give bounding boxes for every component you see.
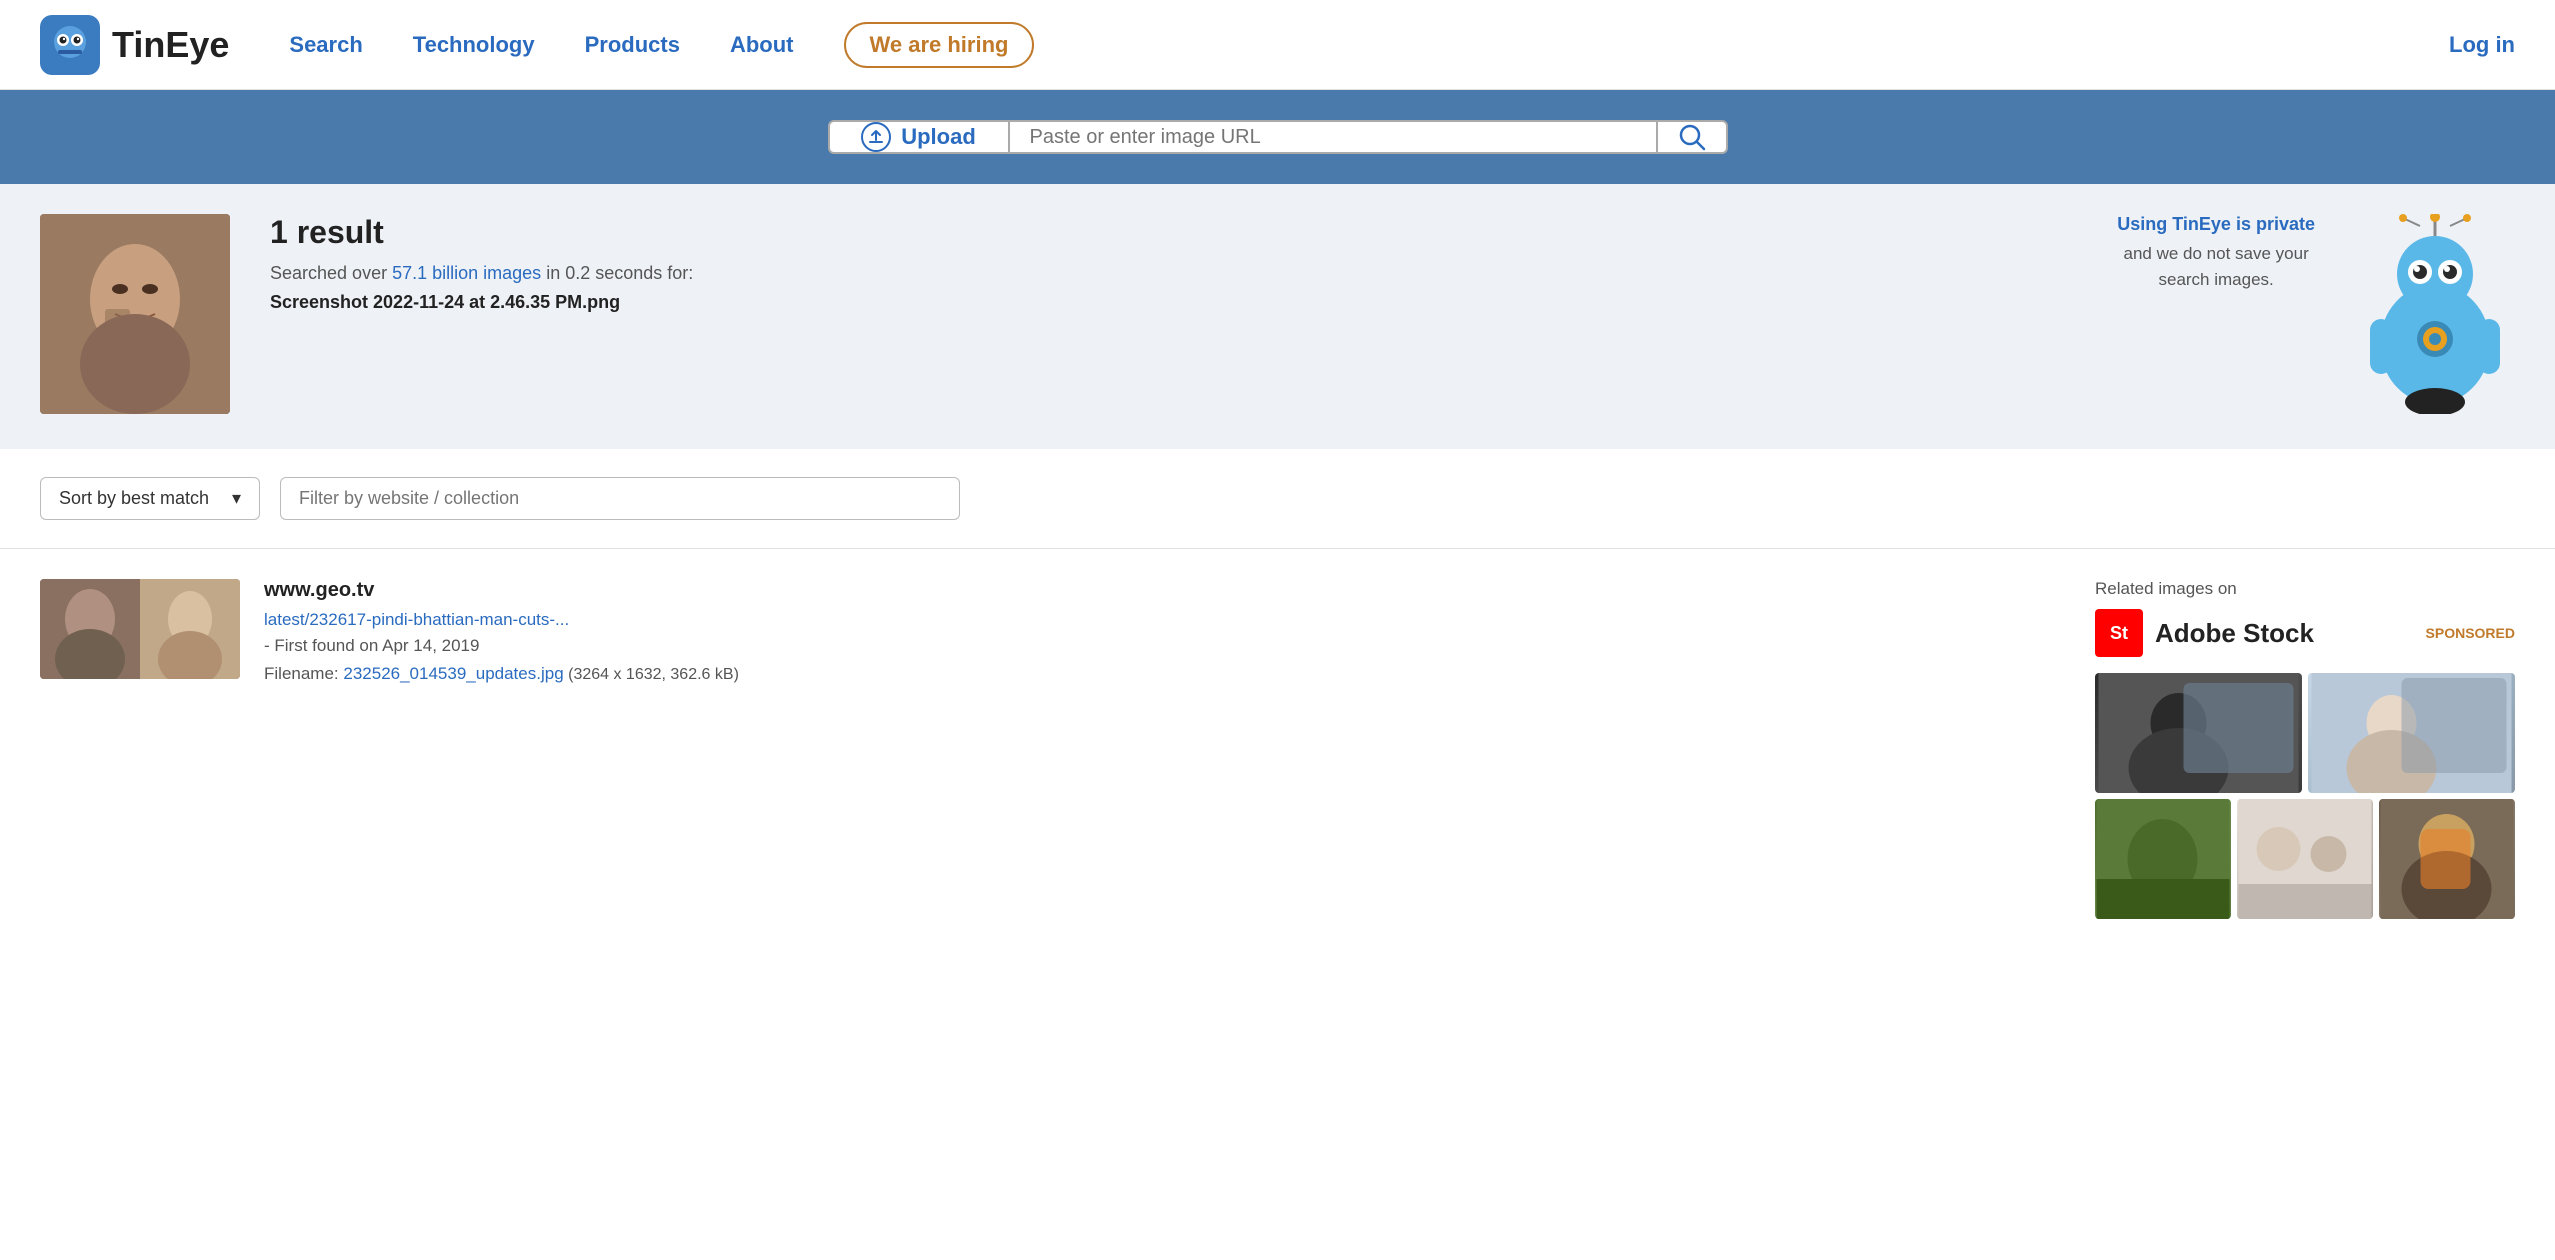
login-link[interactable]: Log in	[2449, 32, 2515, 58]
adobe-stock-name: Adobe Stock	[2155, 618, 2314, 649]
thumb-left-svg	[40, 579, 140, 679]
nav-search[interactable]: Search	[289, 32, 362, 58]
robot-illustration	[2355, 214, 2515, 419]
thumb-left-img	[40, 579, 140, 679]
sponsored-label: SPONSORED	[2426, 625, 2515, 641]
result-filename: Screenshot 2022-11-24 at 2.46.35 PM.png	[270, 292, 2077, 313]
nav-technology[interactable]: Technology	[413, 32, 535, 58]
logo-text: TinEye	[112, 24, 229, 66]
sort-label: Sort by best match	[59, 488, 209, 509]
main-nav: Search Technology Products About We are …	[289, 22, 2449, 68]
stock-img-2-svg	[2308, 673, 2515, 793]
search-button[interactable]	[1658, 120, 1728, 154]
stock-image-3[interactable]	[2095, 799, 2231, 919]
stock-img-5-svg	[2379, 799, 2515, 919]
result-meta: Searched over 57.1 billion images in 0.2…	[270, 263, 2077, 284]
upload-button[interactable]: Upload	[828, 120, 1008, 154]
header: TinEye Search Technology Products About …	[0, 0, 2555, 90]
logo-link[interactable]: TinEye	[40, 15, 229, 75]
stock-image-5[interactable]	[2379, 799, 2515, 919]
query-image-bg	[40, 214, 230, 414]
privacy-text: and we do not save your search images.	[2117, 241, 2315, 292]
result-domain: www.geo.tv	[264, 579, 2055, 602]
query-image	[40, 214, 230, 414]
filter-section: Sort by best match ▾	[0, 449, 2555, 549]
result-thumbnail	[40, 579, 240, 679]
stock-image-2[interactable]	[2308, 673, 2515, 793]
result-filename-link[interactable]: 232526_014539_updates.jpg	[343, 664, 563, 683]
result-count: 1 result	[270, 214, 2077, 251]
meta-prefix: Searched over	[270, 263, 387, 283]
meta-count-link[interactable]: 57.1 billion images	[392, 263, 541, 283]
nav-products[interactable]: Products	[585, 32, 680, 58]
url-input[interactable]	[1008, 120, 1658, 154]
upload-arrow-icon	[868, 129, 884, 145]
stock-img-3-svg	[2095, 799, 2231, 919]
result-fileinfo: (3264 x 1632, 362.6 kB)	[568, 666, 739, 683]
sort-dropdown[interactable]: Sort by best match ▾	[40, 477, 260, 520]
hiring-button[interactable]: We are hiring	[844, 22, 1035, 68]
query-face-svg	[40, 214, 230, 414]
nav-about[interactable]: About	[730, 32, 794, 58]
privacy-section: Using TinEye is private and we do not sa…	[2117, 214, 2315, 292]
stock-img-4-svg	[2237, 799, 2373, 919]
search-icon	[1678, 123, 1706, 151]
result-details: www.geo.tv latest/232617-pindi-bhattian-…	[264, 579, 2055, 684]
filter-input[interactable]	[280, 477, 960, 520]
stock-img-1-svg	[2095, 673, 2302, 793]
stock-image-4[interactable]	[2237, 799, 2373, 919]
thumb-right-img	[140, 579, 240, 679]
result-filename-row: Filename: 232526_014539_updates.jpg (326…	[264, 664, 2055, 684]
table-row: www.geo.tv latest/232617-pindi-bhattian-…	[40, 579, 2055, 714]
content-area: www.geo.tv latest/232617-pindi-bhattian-…	[0, 549, 2555, 949]
results-list: www.geo.tv latest/232617-pindi-bhattian-…	[40, 579, 2055, 919]
privacy-link[interactable]: Using TinEye is private	[2117, 214, 2315, 235]
upload-label: Upload	[901, 124, 976, 150]
upload-icon	[861, 122, 891, 152]
adobe-st-icon: St	[2095, 609, 2143, 657]
sidebar: Related images on St Adobe Stock SPONSOR…	[2095, 579, 2515, 919]
robot-svg	[2355, 214, 2515, 414]
stock-image-1[interactable]	[2095, 673, 2302, 793]
logo-svg	[45, 20, 95, 70]
stock-images-grid	[2095, 673, 2515, 793]
related-label: Related images on	[2095, 579, 2515, 599]
adobe-stock-header: St Adobe Stock SPONSORED	[2095, 609, 2515, 657]
result-url-link[interactable]: latest/232617-pindi-bhattian-man-cuts-..…	[264, 610, 2055, 630]
adobe-st-text: St	[2110, 623, 2128, 644]
search-bar: Upload	[828, 120, 1728, 154]
thumb-right-svg	[140, 579, 240, 679]
result-info: 1 result Searched over 57.1 billion imag…	[270, 214, 2077, 313]
sort-chevron-icon: ▾	[232, 488, 241, 509]
meta-suffix: in 0.2 seconds for:	[546, 263, 693, 283]
stock-images-bottom	[2095, 799, 2515, 919]
results-section: 1 result Searched over 57.1 billion imag…	[0, 184, 2555, 449]
result-found: - First found on Apr 14, 2019	[264, 636, 2055, 656]
search-section: Upload	[0, 90, 2555, 184]
logo-icon	[40, 15, 100, 75]
filename-label: Filename:	[264, 664, 343, 683]
